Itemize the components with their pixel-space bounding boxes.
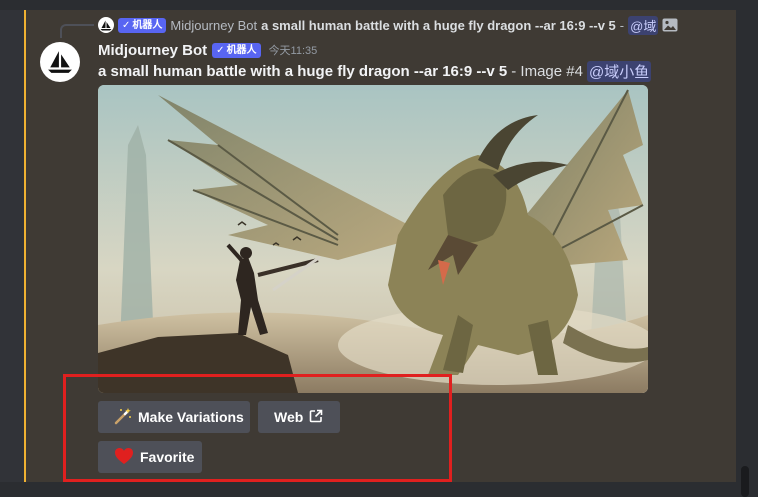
reply-spine <box>60 24 94 38</box>
bot-badge-label: 机器人 <box>226 44 257 56</box>
user-mention[interactable]: @域小鱼 <box>586 60 652 82</box>
reply-author[interactable]: Midjourney Bot <box>170 18 257 33</box>
image-number: - Image #4 <box>511 62 583 80</box>
sailboat-icon <box>100 20 112 30</box>
message-prompt: a small human battle with a huge fly dra… <box>98 62 508 80</box>
previous-message-edge <box>0 0 758 10</box>
message-content: a small human battle with a huge fly dra… <box>98 60 652 82</box>
scrollbar-track[interactable] <box>736 0 758 497</box>
reply-prompt[interactable]: a small human battle with a huge fly dra… <box>261 18 616 33</box>
reply-dash: - <box>619 17 625 33</box>
reply-reference[interactable]: ✓ 机器人 Midjourney Bot a small human battl… <box>98 15 678 35</box>
username[interactable]: Midjourney Bot <box>98 42 207 59</box>
reply-avatar[interactable] <box>98 17 114 33</box>
next-message-edge <box>0 482 758 497</box>
chat-frame: ✓ 机器人 Midjourney Bot a small human battl… <box>0 0 758 497</box>
verified-check-icon: ✓ <box>216 44 225 56</box>
verified-check-icon: ✓ <box>122 19 131 31</box>
sailboat-icon <box>48 51 72 73</box>
reply-mention[interactable]: @域 <box>628 15 659 35</box>
avatar[interactable] <box>40 42 80 82</box>
bot-badge-label: 机器人 <box>132 19 163 31</box>
timestamp[interactable]: 今天11:35 <box>269 42 318 58</box>
bot-badge: ✓ 机器人 <box>212 42 261 58</box>
annotation-highlight-box <box>63 374 452 482</box>
image-icon <box>662 18 678 32</box>
message-header: Midjourney Bot ✓ 机器人 今天11:35 <box>98 40 317 60</box>
generated-image[interactable] <box>98 85 648 393</box>
bot-badge: ✓ 机器人 <box>118 17 167 33</box>
scrollbar-thumb[interactable] <box>741 466 749 497</box>
